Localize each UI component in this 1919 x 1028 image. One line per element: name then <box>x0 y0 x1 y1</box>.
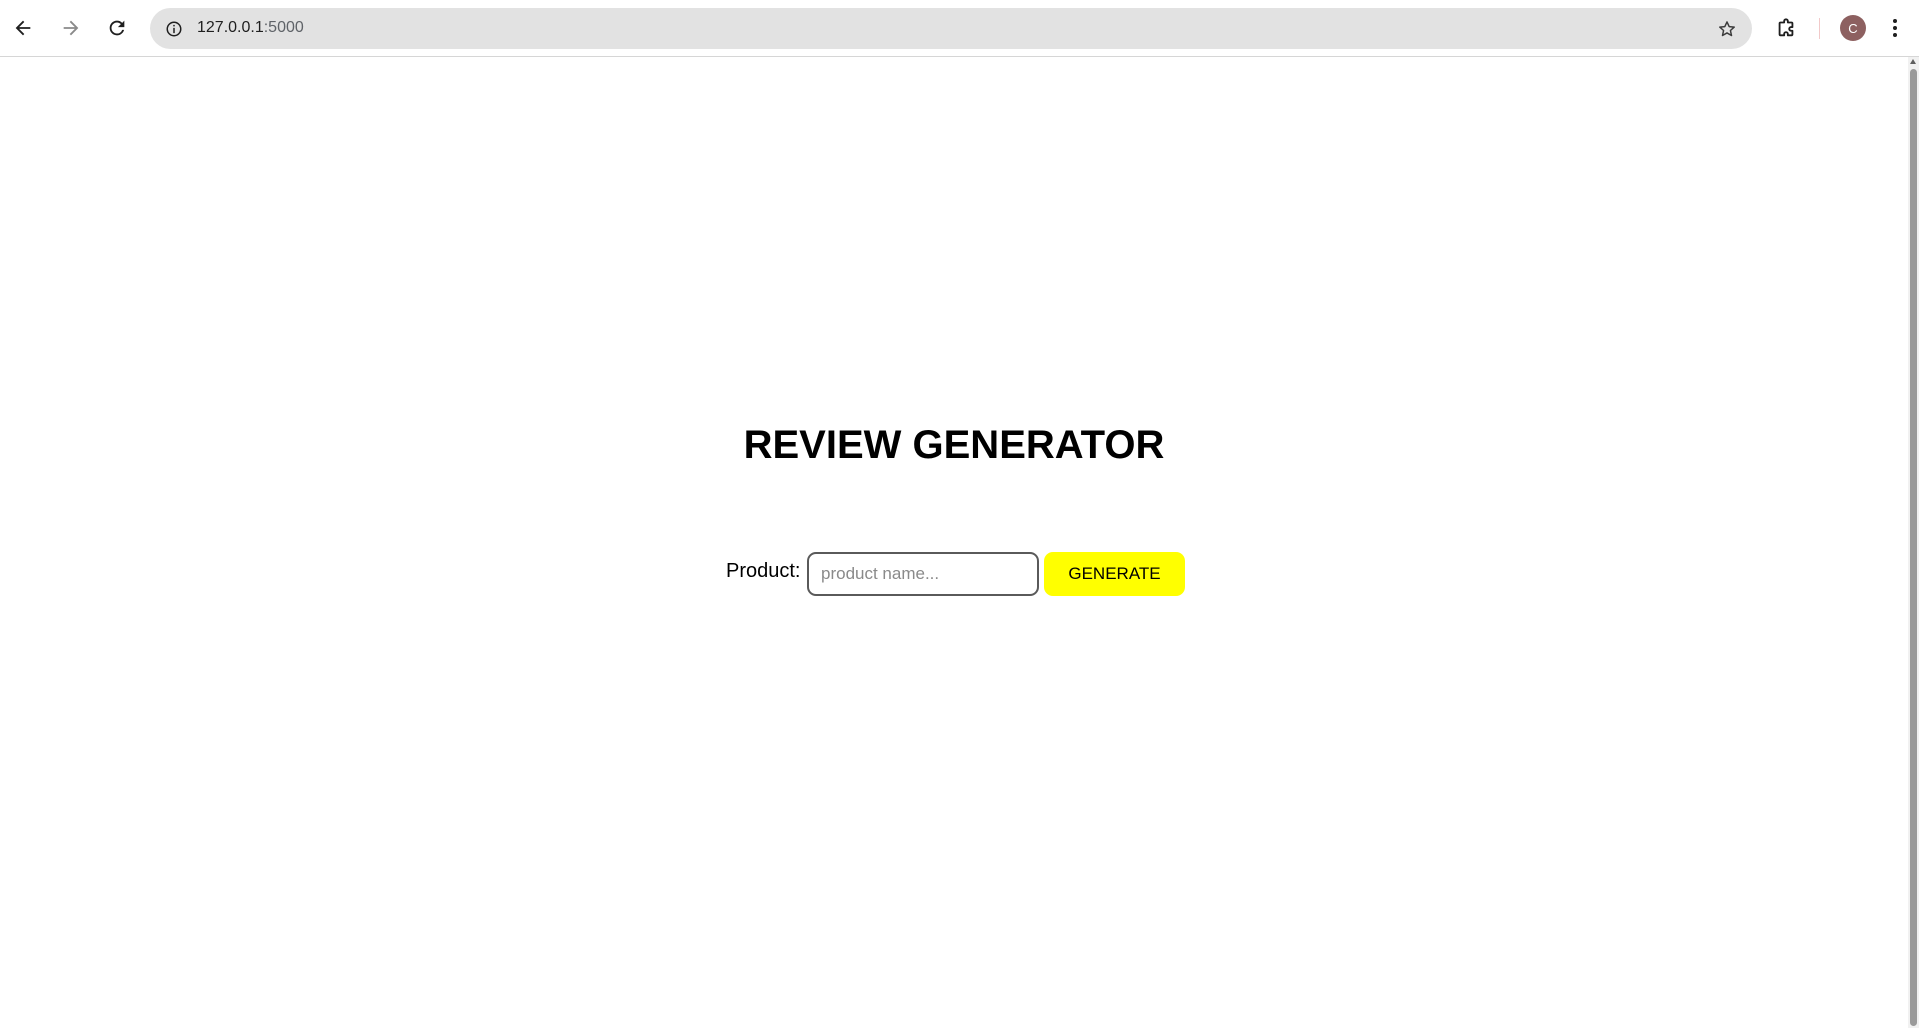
product-name-input[interactable] <box>807 552 1039 596</box>
generate-button[interactable]: GENERATE <box>1044 552 1185 596</box>
review-form: Product: GENERATE <box>0 552 1908 596</box>
bookmark-button[interactable] <box>1714 16 1740 42</box>
page-title: REVIEW GENERATOR <box>743 423 1165 467</box>
kebab-menu-icon <box>1893 19 1897 37</box>
reload-icon <box>109 20 125 36</box>
info-icon <box>166 21 181 36</box>
vertical-scrollbar[interactable] <box>1908 57 1919 1028</box>
site-info-button[interactable] <box>160 15 187 42</box>
scroll-up-arrow-icon[interactable] <box>1910 59 1916 64</box>
browser-menu-button[interactable] <box>1880 10 1910 46</box>
forward-arrow-icon <box>63 20 79 36</box>
url-port: :5000 <box>263 19 304 36</box>
page-viewport <box>0 57 1908 1028</box>
extensions-button[interactable] <box>1768 10 1804 46</box>
back-button[interactable] <box>5 10 41 46</box>
url-host: 127.0.0.1 <box>197 19 264 36</box>
profile-avatar[interactable]: C <box>1840 15 1866 41</box>
star-icon <box>1719 21 1735 37</box>
puzzle-piece-icon <box>1778 18 1794 37</box>
product-label: Product: <box>726 560 801 582</box>
reload-button[interactable] <box>99 10 135 46</box>
back-arrow-icon <box>15 20 31 36</box>
toolbar-divider <box>1819 18 1820 39</box>
forward-button[interactable] <box>53 10 89 46</box>
address-bar[interactable]: 127.0.0.1:5000 <box>150 8 1752 49</box>
browser-toolbar: 127.0.0.1:5000 C <box>0 0 1919 57</box>
scrollbar-thumb[interactable] <box>1910 69 1917 1026</box>
url-text[interactable]: 127.0.0.1:5000 <box>197 19 304 37</box>
